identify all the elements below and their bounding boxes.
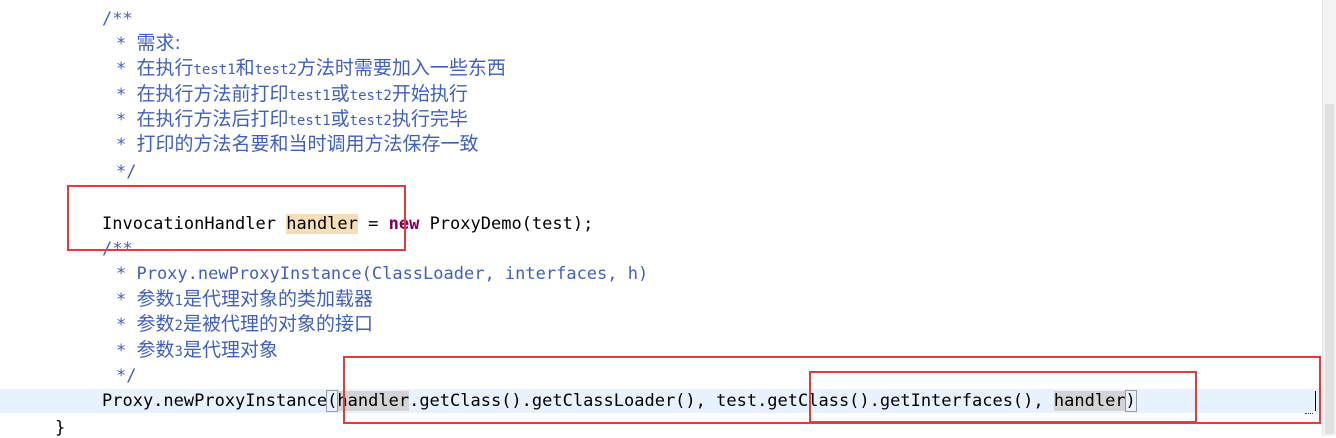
comment-line: * 参数1是代理对象的类加载器 <box>116 288 373 310</box>
javadoc-close-1: */ <box>116 162 137 182</box>
scrollbar-thumb[interactable] <box>1325 104 1334 434</box>
annotation-box-interfaces <box>809 371 1197 423</box>
vertical-scrollbar[interactable] <box>1322 0 1336 436</box>
comment-line: * 在执行test1和test2方法时需要加入一些东西 <box>116 57 506 79</box>
code-editor[interactable]: /** * 需求: * 在执行test1和test2方法时需要加入一些东西 * … <box>0 0 1322 438</box>
comment-line: * 打印的方法名要和当时调用方法保存一致 <box>116 133 479 155</box>
comment-line: * 在执行方法前打印test1或test2开始执行 <box>116 83 468 105</box>
javadoc-close-2: */ <box>116 366 137 386</box>
comment-line: * 参数2是被代理的对象的接口 <box>116 313 373 335</box>
matching-paren: ( <box>326 390 339 412</box>
comment-line: * 在执行方法后打印test1或test2执行完毕 <box>116 108 468 130</box>
comment-line: * 参数3是代理对象 <box>116 339 278 361</box>
javadoc-open-1: /** <box>102 9 133 29</box>
annotation-box-handler <box>67 185 406 251</box>
comment-line: * Proxy.newProxyInstance(ClassLoader, in… <box>116 264 649 284</box>
closing-brace: } <box>55 418 66 438</box>
comment-line: * 需求: <box>116 32 181 54</box>
